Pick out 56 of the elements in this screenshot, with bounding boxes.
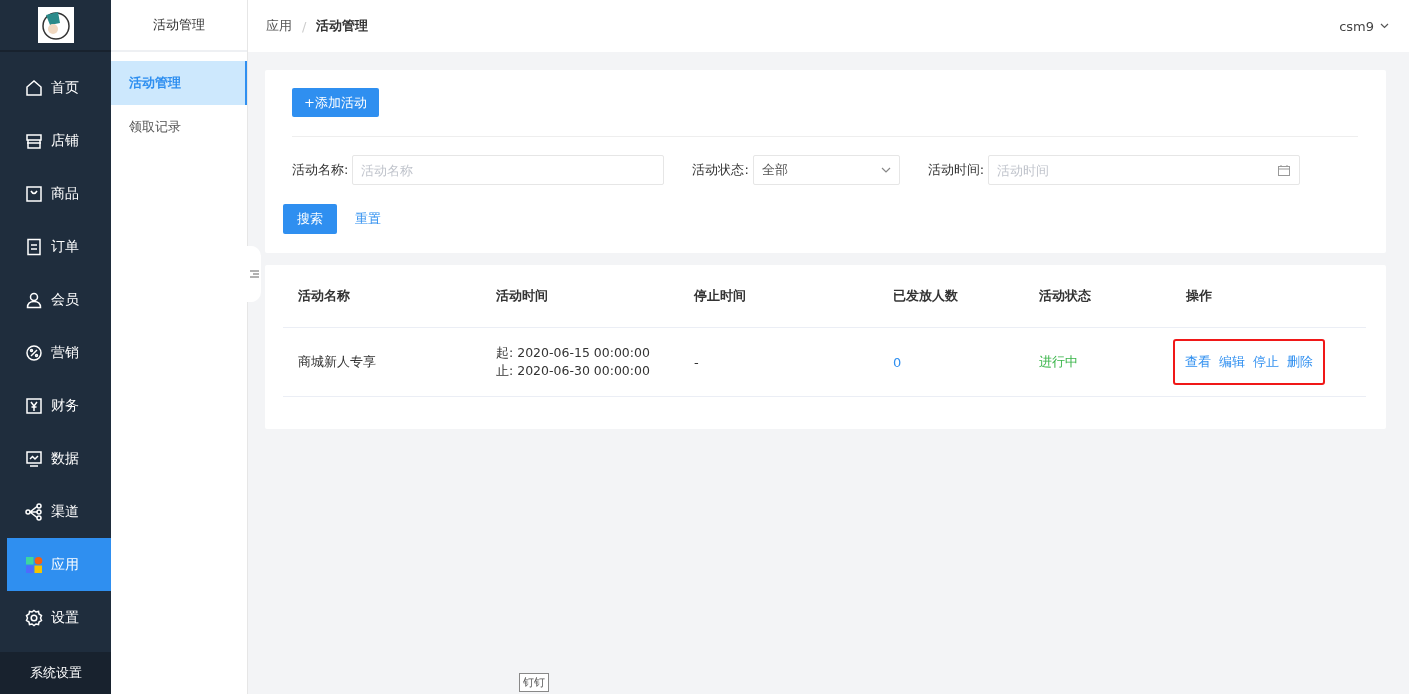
start-date-text: 起: 2020-06-15 00:00:00 bbox=[496, 344, 651, 362]
nav-item[interactable]: 营销 bbox=[7, 326, 111, 379]
action-link[interactable]: 编辑 bbox=[1219, 353, 1245, 371]
home-icon bbox=[25, 78, 43, 97]
field-label: 活动时间: bbox=[927, 161, 985, 179]
shop-icon bbox=[25, 131, 43, 150]
status-text: 进行中 bbox=[1039, 354, 1078, 369]
chevron-down-icon bbox=[1380, 23, 1389, 29]
menu-icon bbox=[249, 270, 259, 278]
date-input-field[interactable]: 活动时间 bbox=[988, 155, 1301, 185]
nav-item[interactable]: 商品 bbox=[7, 167, 111, 220]
column-header: 活动状态 bbox=[1039, 288, 1091, 303]
calendar-icon bbox=[1278, 165, 1291, 176]
breadcrumb-separator: / bbox=[302, 18, 307, 34]
system-settings-link[interactable]: 系统设置 bbox=[0, 652, 111, 694]
table-cell: 商城新人专享 bbox=[298, 354, 376, 369]
end-date-text: 止: 2020-06-30 00:00:00 bbox=[496, 362, 651, 380]
table-cell: - bbox=[694, 354, 699, 370]
action-link[interactable]: 停止 bbox=[1253, 353, 1279, 371]
sub-nav-item[interactable]: 领取记录 bbox=[111, 105, 247, 149]
share-icon bbox=[25, 502, 43, 521]
apps-icon bbox=[25, 555, 43, 574]
yen-icon bbox=[25, 396, 43, 415]
reset-link[interactable]: 重置 bbox=[355, 210, 381, 228]
status-select[interactable]: 全部 bbox=[752, 155, 900, 185]
action-link[interactable]: 删除 bbox=[1287, 353, 1313, 371]
monitor-icon bbox=[25, 449, 43, 468]
nav-item[interactable]: 会员 bbox=[7, 273, 111, 326]
column-header: 已发放人数 bbox=[893, 288, 958, 303]
column-header: 活动时间 bbox=[496, 288, 548, 303]
nav-item[interactable]: 店铺 bbox=[7, 114, 111, 167]
percent-icon bbox=[25, 343, 43, 362]
order-icon bbox=[25, 237, 43, 256]
field-label: 活动状态: bbox=[692, 161, 749, 179]
user-menu[interactable]: csm9 bbox=[1339, 18, 1389, 34]
logo-icon bbox=[37, 7, 74, 43]
bag-icon bbox=[25, 184, 43, 203]
user-icon bbox=[25, 290, 43, 309]
breadcrumb-item[interactable]: 应用 bbox=[266, 17, 292, 35]
breadcrumb-item[interactable]: 活动管理 bbox=[316, 17, 369, 35]
nav-item[interactable]: 设置 bbox=[7, 591, 111, 644]
nav-item[interactable]: 财务 bbox=[7, 379, 111, 432]
field-label: 活动名称: bbox=[292, 161, 349, 179]
nav-item[interactable]: 订单 bbox=[7, 220, 111, 273]
action-link[interactable]: 查看 bbox=[1185, 353, 1211, 371]
gear-icon bbox=[25, 608, 43, 627]
nav-item[interactable]: 数据 bbox=[7, 432, 111, 485]
tooltip: 钉钉 bbox=[519, 673, 549, 692]
name-input-field[interactable]: 活动名称 bbox=[352, 155, 665, 185]
collapse-handle[interactable] bbox=[247, 246, 261, 302]
chevron-down-icon bbox=[880, 167, 891, 173]
nav-item[interactable]: 首页 bbox=[7, 61, 111, 114]
column-header: 停止时间 bbox=[694, 288, 746, 303]
column-header: 活动名称 bbox=[298, 288, 350, 303]
column-header: 操作 bbox=[1186, 288, 1212, 303]
nav-item[interactable]: 渠道 bbox=[7, 485, 111, 538]
